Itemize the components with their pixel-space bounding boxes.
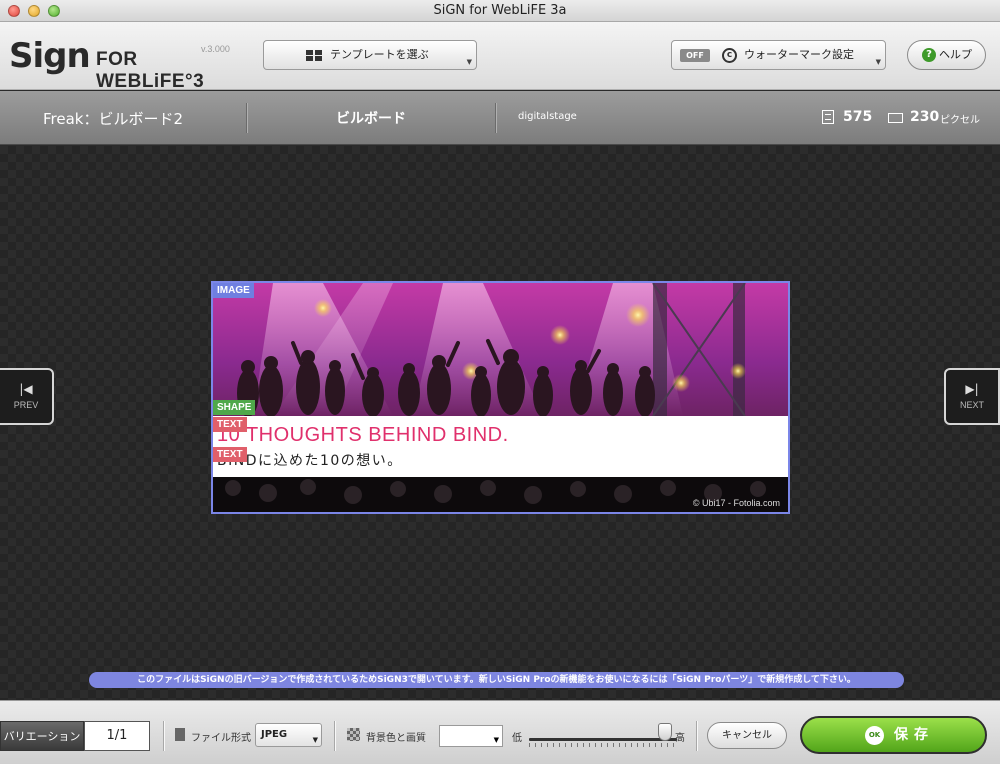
next-label: NEXT	[959, 400, 984, 410]
quality-low-label: 低	[512, 733, 522, 744]
headline-text[interactable]: 10 THOUGHTS BEHIND BIND.	[217, 424, 509, 447]
quality-slider-thumb[interactable]	[658, 723, 673, 741]
window-title: SiGN for WebLiFE 3a	[433, 3, 567, 18]
watermark-off-badge[interactable]: OFF	[680, 49, 710, 62]
background-checker-icon	[347, 728, 360, 741]
choose-template-label: テンプレートを選ぶ	[330, 48, 429, 61]
quality-slider-ticks	[529, 743, 677, 747]
help-label: ヘルプ	[939, 48, 972, 61]
skip-back-icon: |◀	[19, 382, 33, 396]
prev-label: PREV	[13, 400, 39, 410]
file-format-icon	[175, 728, 185, 741]
watermark-label: ウォーターマーク設定	[744, 48, 854, 61]
close-window-button[interactable]	[8, 5, 20, 17]
template-author: digitalstage	[518, 111, 577, 122]
shape-layer-tag[interactable]: SHAPE	[213, 400, 256, 415]
text-layer-tag[interactable]: TEXT	[213, 447, 247, 462]
quality-high-label: 高	[675, 733, 685, 744]
divider	[334, 721, 335, 751]
canvas-width-value: 230	[910, 109, 940, 125]
image-layer-tag[interactable]: IMAGE	[213, 283, 254, 298]
divider	[696, 721, 697, 751]
template-name: Freak：ビルボード2	[43, 110, 184, 128]
text-layer-tag[interactable]: TEXT	[213, 417, 247, 432]
variation-label: バリエーション	[0, 721, 84, 751]
canvas-height-value: 575	[843, 109, 873, 125]
concert-photo[interactable]	[213, 283, 788, 512]
logo-sub-text: FOR WEBLiFE°3	[96, 49, 205, 92]
copyright-icon: c	[722, 48, 737, 63]
legacy-file-notice: このファイルはSiGNの旧バージョンで作成されているためSiGN3で開いています…	[89, 672, 904, 688]
divider	[495, 103, 496, 133]
bottom-toolbar: バリエーション 1/1 ファイル形式 JPEG ▼ 背景色と画質 ▼ 低 高 キ…	[0, 700, 1000, 764]
cancel-button[interactable]: キャンセル	[707, 722, 787, 749]
logo-main-text: Sign	[9, 36, 91, 76]
app-logo: Sign FOR WEBLiFE°3 v.3.000	[9, 36, 249, 92]
window-titlebar: SiGN for WebLiFE 3a	[0, 0, 1000, 22]
template-info-bar: Freak：ビルボード2 ビルボード digitalstage 575 230 …	[0, 91, 1000, 145]
ok-icon: OK	[865, 726, 884, 745]
background-quality-label: 背景色と画質	[366, 733, 426, 744]
divider	[163, 721, 164, 751]
help-button[interactable]: ? ヘルプ	[907, 40, 986, 70]
height-icon	[822, 110, 834, 124]
dropdown-arrow-icon: ▼	[466, 58, 472, 66]
version-label: v.3.000	[201, 44, 230, 54]
minimize-window-button[interactable]	[28, 5, 40, 17]
dropdown-arrow-icon: ▼	[875, 58, 881, 66]
file-format-value: JPEG	[261, 729, 288, 740]
skip-forward-icon: ▶|	[965, 382, 979, 396]
prev-button[interactable]: |◀ PREV	[0, 368, 54, 425]
background-color-select[interactable]: ▼	[439, 725, 503, 747]
zoom-window-button[interactable]	[48, 5, 60, 17]
template-category: ビルボード	[336, 111, 406, 127]
pixel-unit-label: ピクセル	[940, 115, 980, 126]
choose-template-button[interactable]: テンプレートを選ぶ ▼	[263, 40, 477, 70]
variation-counter[interactable]: 1/1	[84, 721, 150, 751]
file-format-label: ファイル形式	[191, 733, 251, 744]
photo-credit: © Ubi17 - Fotolia.com	[692, 498, 780, 508]
dropdown-arrow-icon: ▼	[493, 736, 499, 744]
width-icon	[888, 113, 903, 123]
template-grid-icon	[306, 50, 322, 61]
dropdown-arrow-icon: ▼	[312, 736, 318, 744]
help-question-icon: ?	[922, 48, 936, 62]
save-label: 保存	[894, 727, 934, 743]
main-toolbar: Sign FOR WEBLiFE°3 v.3.000 テンプレートを選ぶ ▼ O…	[0, 22, 1000, 92]
quality-slider-track[interactable]	[529, 738, 677, 741]
billboard-preview[interactable]: 10 THOUGHTS BEHIND BIND. BINDに込めた10の想い。 …	[211, 281, 790, 514]
divider	[246, 103, 247, 133]
save-button[interactable]: OK 保存	[800, 716, 987, 754]
editing-canvas: |◀ PREV ▶| NEXT 10 THOUGHTS BEHIND BIND.…	[0, 146, 1000, 700]
watermark-settings-button[interactable]: OFF c ウォーターマーク設定 ▼	[671, 40, 886, 70]
next-button[interactable]: ▶| NEXT	[944, 368, 1000, 425]
file-format-select[interactable]: JPEG ▼	[255, 723, 322, 747]
